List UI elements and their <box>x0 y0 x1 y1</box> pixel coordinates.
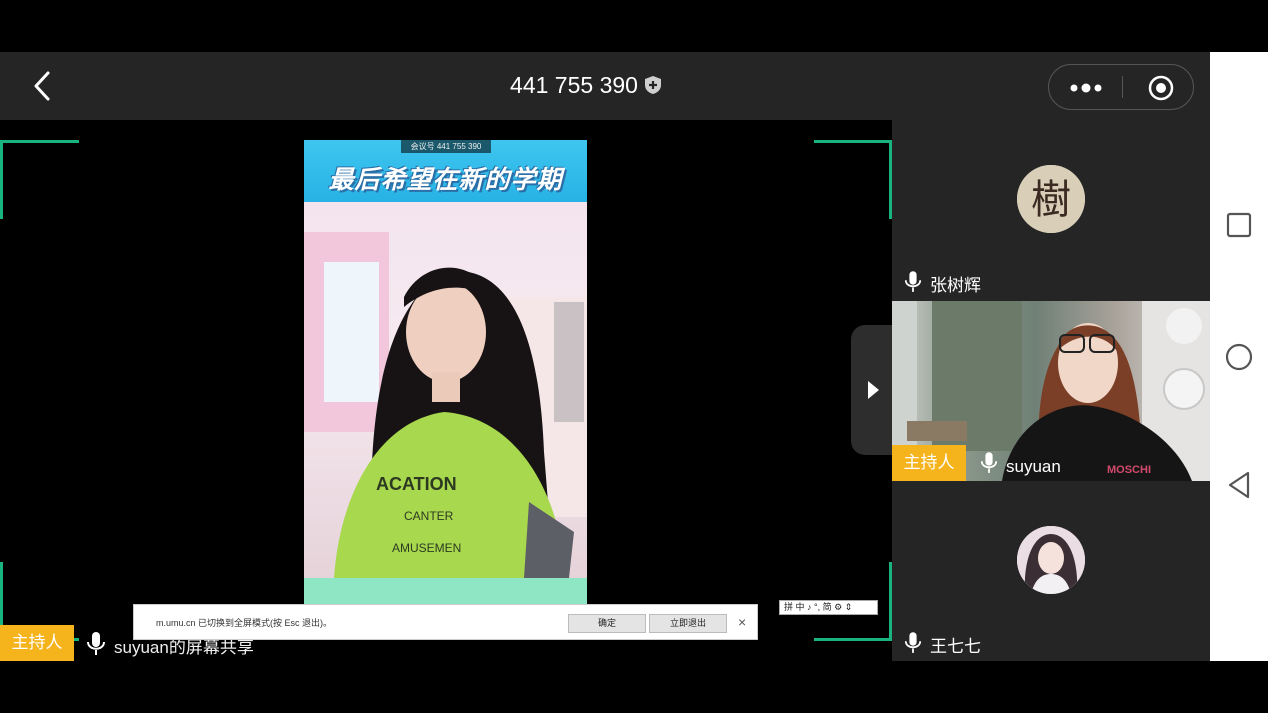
meeting-title: 441 755 390 <box>0 72 1172 99</box>
system-nav-bar <box>1210 52 1268 661</box>
participant-tile-video[interactable]: MOSCHI 主持人 suyuan <box>892 301 1210 481</box>
more-button[interactable] <box>1049 65 1122 109</box>
avatar <box>1017 526 1085 594</box>
shared-meeting-id: 会议号 441 755 390 <box>401 140 491 153</box>
svg-text:MOSCHI: MOSCHI <box>1107 464 1151 476</box>
meeting-header: 441 755 390 <box>0 52 1210 120</box>
back-triangle-icon[interactable] <box>1226 470 1252 500</box>
avatar: 樹 <box>1017 165 1085 233</box>
mic-icon <box>980 452 998 473</box>
home-icon[interactable] <box>1224 342 1254 372</box>
shared-video-frame: ACATION CANTER AMUSEMEN <box>304 202 587 578</box>
more-icon <box>1070 83 1102 93</box>
participant-name: 王七七 <box>930 637 981 656</box>
participant-name: 张树辉 <box>930 276 981 295</box>
exit-fullscreen-button[interactable]: 立即退出 <box>649 614 727 633</box>
active-speaker-corner <box>814 140 892 219</box>
svg-text:ACATION: ACATION <box>376 474 457 494</box>
host-badge: 主持人 <box>0 625 74 661</box>
svg-text:CANTER: CANTER <box>404 509 454 523</box>
play-arrow-icon <box>868 381 879 399</box>
participant-name: suyuan <box>1006 457 1061 476</box>
participant-name-row: 张树辉 <box>904 270 981 296</box>
participant-name-row: suyuan <box>980 451 1061 477</box>
shared-banner: 会议号 441 755 390 最后希望在新的学期 <box>304 140 587 202</box>
fullscreen-notice: m.umu.cn 已切换到全屏模式(按 Esc 退出)。 确定 立即退出 × <box>133 604 758 640</box>
host-badge: 主持人 <box>892 445 966 481</box>
meeting-id: 441 755 390 <box>510 72 638 98</box>
svg-text:樹: 樹 <box>1031 177 1071 223</box>
shared-screen: 会议号 441 755 390 最后希望在新的学期 ACATION CANTER… <box>304 140 587 604</box>
header-actions <box>1048 64 1194 110</box>
presenter-video: ACATION CANTER AMUSEMEN <box>304 232 587 578</box>
shield-icon <box>644 76 661 94</box>
confirm-button[interactable]: 确定 <box>568 614 646 633</box>
fullscreen-message: m.umu.cn 已切换到全屏模式(按 Esc 退出)。 <box>156 618 333 628</box>
active-speaker-corner <box>0 140 79 219</box>
mic-icon <box>904 271 922 292</box>
screen-share-stage: 会议号 441 755 390 最后希望在新的学期 ACATION CANTER… <box>0 120 892 661</box>
mic-icon <box>86 631 106 662</box>
shared-caption: 最后希望在新的学期 <box>328 166 563 194</box>
toggle-panel-button[interactable] <box>851 325 892 455</box>
participant-name-row: 王七七 <box>904 631 981 657</box>
record-icon <box>1148 75 1174 101</box>
record-button[interactable] <box>1123 65 1193 109</box>
mic-icon <box>904 632 922 653</box>
svg-text:AMUSEMEN: AMUSEMEN <box>392 541 461 555</box>
close-icon[interactable]: × <box>738 614 746 630</box>
participant-panel: 樹 张树辉 MOSCHI 主持人 suyuan 王七七 <box>892 120 1210 661</box>
recent-apps-icon[interactable] <box>1226 212 1252 238</box>
shared-footer <box>304 578 587 604</box>
ime-toolbar[interactable]: 拼 中 ♪ °, 简 ⚙ ⇕ <box>779 600 878 615</box>
participant-tile[interactable]: 王七七 <box>892 481 1210 661</box>
participant-tile[interactable]: 樹 张树辉 <box>892 120 1210 301</box>
